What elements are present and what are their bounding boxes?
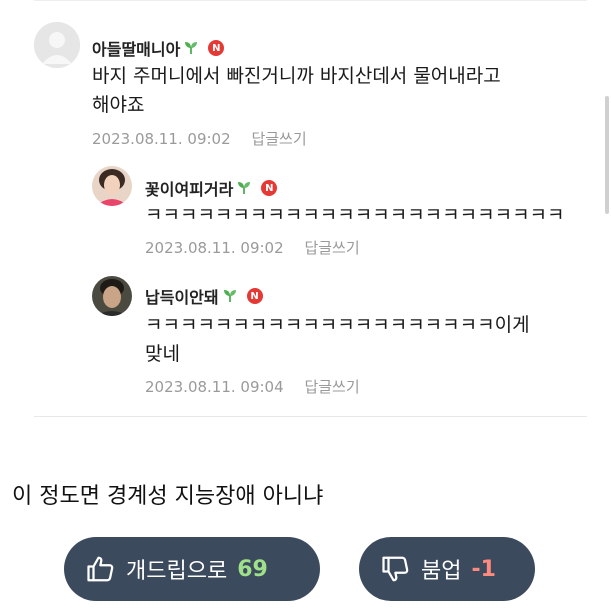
- comment-text: ㅋㅋㅋㅋㅋㅋㅋㅋㅋㅋㅋㅋㅋㅋㅋㅋㅋㅋㅋㅋㅋㅋㅋㅋ: [145, 201, 565, 230]
- thumbs-down-icon: [382, 556, 409, 582]
- comment-text: ㅋㅋㅋㅋㅋㅋㅋㅋㅋㅋㅋㅋㅋㅋㅋㅋㅋㅋㅋㅋ이게 맞네: [145, 311, 530, 369]
- reply-button[interactable]: 답글쓰기: [251, 130, 306, 148]
- new-badge-icon: N: [246, 288, 263, 304]
- comment-text-line: 맞네: [145, 343, 180, 365]
- comment-text-line: 바지 주머니에서 빠진거니까 바지산데서 물어내라고: [92, 65, 501, 87]
- comment-header: 납득이안돼 N: [145, 284, 263, 308]
- author-name[interactable]: 꽃이여피거라: [145, 176, 233, 200]
- top-divider: [34, 0, 587, 1]
- avatar[interactable]: [34, 22, 80, 68]
- comments-divider: [34, 416, 587, 417]
- sprout-icon: [185, 42, 198, 54]
- comment-text-line: ㅋㅋㅋㅋㅋㅋㅋㅋㅋㅋㅋㅋㅋㅋㅋㅋㅋㅋㅋㅋㅋㅋㅋㅋ: [145, 204, 565, 226]
- downvote-button[interactable]: 붐업 -1: [359, 537, 535, 601]
- sprout-icon: [223, 290, 236, 302]
- upvote-label: 개드립으로: [126, 559, 228, 584]
- downvote-label: 붐업: [421, 559, 462, 584]
- timestamp: 2023.08.11. 09:02: [145, 239, 284, 257]
- avatar[interactable]: [92, 166, 132, 206]
- comment-text: 바지 주머니에서 빠진거니까 바지산데서 물어내라고 해야죠: [92, 62, 501, 120]
- scrollbar[interactable]: [605, 96, 609, 214]
- author-name[interactable]: 납득이안돼: [145, 284, 219, 308]
- new-badge-icon: N: [261, 180, 278, 196]
- comment-meta: 2023.08.11. 09:04 답글쓰기: [145, 376, 360, 397]
- comment-meta: 2023.08.11. 09:02 답글쓰기: [92, 128, 307, 149]
- avatar[interactable]: [92, 276, 132, 316]
- user-photo-icon: [92, 166, 132, 206]
- author-name[interactable]: 아들딸매니아: [92, 36, 180, 60]
- comment-header: 아들딸매니아 N: [92, 36, 225, 60]
- reply-button[interactable]: 답글쓰기: [304, 378, 359, 396]
- new-badge-icon: N: [208, 40, 225, 56]
- comment-text-line: ㅋㅋㅋㅋㅋㅋㅋㅋㅋㅋㅋㅋㅋㅋㅋㅋㅋㅋㅋㅋ이게: [145, 314, 530, 336]
- thumbs-up-icon: [87, 556, 114, 582]
- default-avatar-icon: [34, 22, 80, 68]
- post-body-text: 이 정도면 경계성 지능장애 아니냐: [12, 484, 324, 509]
- downvote-count: -1: [471, 556, 496, 582]
- comment-meta: 2023.08.11. 09:02 답글쓰기: [145, 237, 360, 258]
- comment-text-line: 해야죠: [92, 94, 145, 116]
- upvote-count: 69: [237, 556, 268, 582]
- reply-button[interactable]: 답글쓰기: [304, 239, 359, 257]
- upvote-button[interactable]: 개드립으로 69: [64, 537, 320, 601]
- sprout-icon: [238, 182, 251, 194]
- timestamp: 2023.08.11. 09:02: [92, 130, 231, 148]
- comment-header: 꽃이여피거라 N: [145, 176, 278, 200]
- timestamp: 2023.08.11. 09:04: [145, 378, 284, 396]
- user-photo-icon: [92, 276, 132, 316]
